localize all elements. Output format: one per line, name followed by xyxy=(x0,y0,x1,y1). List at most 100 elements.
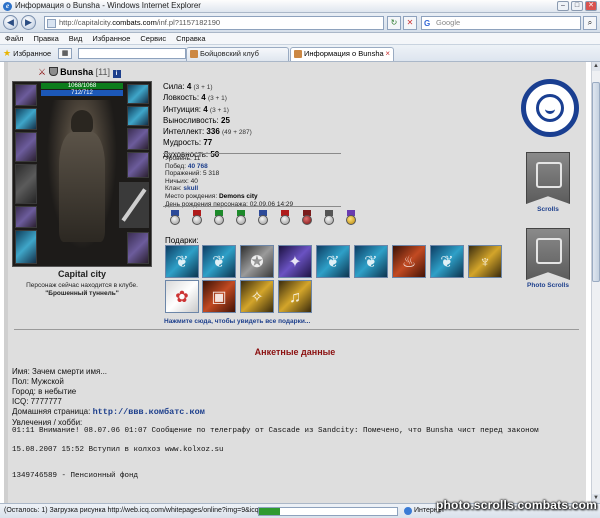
tab-search-box[interactable] xyxy=(78,48,186,59)
character-details: Уровень: 11 Побед: 40 768 Поражений: 5 3… xyxy=(165,155,293,208)
medal-icon[interactable] xyxy=(279,210,291,225)
close-tab-icon[interactable]: × xyxy=(385,48,390,60)
stat-value: 4 xyxy=(186,82,192,91)
medal-icon[interactable] xyxy=(257,210,269,225)
stat-value: 4 xyxy=(203,104,208,114)
gift-icon[interactable]: ✦ xyxy=(278,245,312,278)
gift-icon[interactable]: ▣ xyxy=(202,280,236,313)
mana-bar: 712/712 xyxy=(41,90,123,96)
stat-intellect: Интеллект: 336 (49 + 287) xyxy=(163,127,252,138)
stats-divider xyxy=(163,153,341,154)
detail-draws: Ничьих: 40 xyxy=(165,177,198,185)
homepage-label: Домашняя страница: xyxy=(12,406,91,416)
search-button[interactable]: ⌕ xyxy=(583,16,597,30)
maximize-button[interactable]: □ xyxy=(571,1,583,11)
gift-icon[interactable]: ✪ xyxy=(240,245,274,278)
favorites-button[interactable]: ★ Избранное xyxy=(3,48,51,59)
bracer-slot[interactable] xyxy=(15,108,37,130)
align-shield-icon xyxy=(48,67,58,76)
medal-icon[interactable] xyxy=(345,210,357,225)
amulet-slot[interactable] xyxy=(127,106,149,126)
gift-icon[interactable]: ✿ xyxy=(165,280,199,313)
homepage-link[interactable]: http://ввв.комбатс.ком xyxy=(93,407,205,417)
medal-icon[interactable] xyxy=(191,210,203,225)
info-icon[interactable]: i xyxy=(112,70,121,78)
scroll-thumb[interactable] xyxy=(592,82,600,282)
menu-view[interactable]: Вид xyxy=(64,33,88,45)
scrolls-badge[interactable] xyxy=(526,152,570,204)
belt-slot[interactable] xyxy=(15,206,37,228)
watermark: photo.scrolls.combats.com xyxy=(436,498,598,512)
stat-wisdom: Мудрость: 77 xyxy=(163,138,252,149)
gift-icon[interactable]: ❦ xyxy=(316,245,350,278)
photo-scrolls-caption[interactable]: Photo Scrolls xyxy=(514,282,582,289)
menu-tools[interactable]: Сервис xyxy=(135,33,171,45)
gift-icon[interactable]: ❦ xyxy=(430,245,464,278)
shield-slot[interactable] xyxy=(127,232,149,264)
armor-slot[interactable] xyxy=(15,164,37,204)
photo-scrolls-badge[interactable] xyxy=(526,228,570,280)
gift-icon[interactable]: ♨ xyxy=(392,245,426,278)
stop-button[interactable]: ✕ xyxy=(403,16,417,30)
tab-page-icon xyxy=(190,50,198,58)
gloves-slot[interactable] xyxy=(127,152,149,178)
address-field[interactable]: http://capitalcity.combats.com/inf.pl?11… xyxy=(44,16,384,30)
profile-name: Имя: Зачем смерти имя... xyxy=(12,367,108,376)
search-input[interactable]: G Google xyxy=(421,16,581,30)
helmet-slot[interactable] xyxy=(15,84,37,106)
menu-help[interactable]: Справка xyxy=(171,33,210,45)
stat-label: Интеллект: xyxy=(163,127,205,137)
gift-icon[interactable]: ♆ xyxy=(468,245,502,278)
offhand-slot[interactable] xyxy=(119,182,149,228)
profile-note-line: 15.08.2007 15:52 Вступил в колхоз www.ko… xyxy=(12,446,224,454)
scroll-up-icon[interactable]: ▲ xyxy=(592,62,600,71)
ie-logo-icon: e xyxy=(3,2,12,11)
star-icon: ★ xyxy=(3,48,12,58)
favorites-label: Избранное xyxy=(13,49,52,58)
gift-icon[interactable]: ❦ xyxy=(202,245,236,278)
medal-icon[interactable] xyxy=(323,210,335,225)
stat-value: 77 xyxy=(203,138,213,148)
gift-glyph: ❦ xyxy=(175,254,189,271)
detail-birthday: День рождения персонажа: 02.09.06 14:29 xyxy=(165,200,294,208)
character-header: ⚔ Bunsha [11] i xyxy=(38,65,121,79)
close-button[interactable]: ✕ xyxy=(585,1,597,11)
profile-icq: ICQ: 7777777 xyxy=(12,396,62,406)
clan-emblem[interactable] xyxy=(521,79,579,137)
forward-button[interactable]: ▶ xyxy=(21,15,36,30)
vertical-scrollbar[interactable]: ▲ ▼ xyxy=(591,62,600,503)
stat-value: 25 xyxy=(221,115,230,125)
back-button[interactable]: ◀ xyxy=(3,15,18,30)
gift-icon[interactable]: ❦ xyxy=(165,245,199,278)
profile-note-line: 1349746589 - Пенсионный фонд xyxy=(12,472,139,480)
menu-edit[interactable]: Правка xyxy=(28,33,63,45)
quick-tabs-button[interactable]: ▦ xyxy=(58,48,72,59)
medal-icon[interactable] xyxy=(169,210,181,225)
gift-icon[interactable]: ✧ xyxy=(240,280,274,313)
minimize-button[interactable]: – xyxy=(557,1,569,11)
scrolls-caption[interactable]: Scrolls xyxy=(524,206,572,213)
menu-favorites[interactable]: Избранное xyxy=(87,33,135,45)
boots-slot[interactable] xyxy=(15,230,37,264)
stat-label: Выносливость: xyxy=(163,115,219,125)
medal-icon[interactable] xyxy=(301,210,313,225)
gift-icon[interactable]: ❦ xyxy=(354,245,388,278)
tab-fight-club[interactable]: Бойцовский клуб xyxy=(186,47,289,61)
refresh-button[interactable]: ↻ xyxy=(387,16,401,30)
rings-slot[interactable] xyxy=(127,128,149,150)
attack-icon[interactable]: ⚔ xyxy=(38,67,46,77)
gift-icon[interactable]: ♫ xyxy=(278,280,312,313)
progress-fill xyxy=(259,508,280,515)
profile-gender: Пол: Мужской xyxy=(12,376,64,386)
medal-icon[interactable] xyxy=(235,210,247,225)
medal-disc xyxy=(214,215,224,225)
character-city: Capital city xyxy=(57,269,106,279)
all-gifts-link[interactable]: Нажмите сюда, чтобы увидеть все подарки.… xyxy=(164,318,310,325)
earrings-slot[interactable] xyxy=(127,84,149,104)
weapon-slot[interactable] xyxy=(15,132,37,162)
tab-bunsha-info[interactable]: Информация о Bunsha × xyxy=(290,47,394,61)
menu-file[interactable]: Файл xyxy=(0,33,28,45)
medal-icon[interactable] xyxy=(213,210,225,225)
clan-link[interactable]: skull xyxy=(183,185,198,192)
detail-clan: Клан: skull xyxy=(165,185,293,193)
